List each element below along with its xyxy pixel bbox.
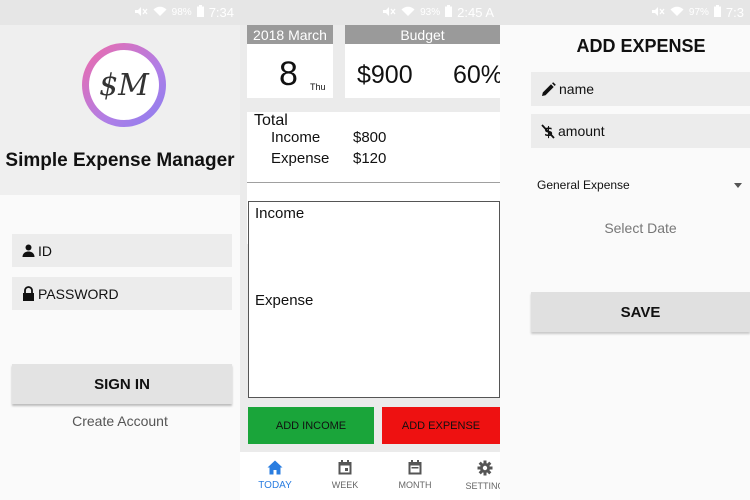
tab-today-label: TODAY [258, 480, 292, 491]
tab-setting-label: SETTING [465, 481, 505, 491]
status-bar: 97% 7:3 [500, 0, 750, 25]
income-total-label: Income [271, 129, 321, 146]
expense-list-title: Expense [255, 292, 314, 309]
calendar-icon [338, 460, 352, 475]
logo-text: $M [89, 50, 159, 120]
budget-amount: $900 [357, 61, 413, 89]
date-card: 2018 March 8 Thu [247, 25, 333, 98]
tab-today[interactable]: TODAY [240, 452, 310, 500]
mute-icon [134, 6, 148, 20]
id-field[interactable]: ID [12, 234, 232, 267]
wifi-icon [153, 6, 167, 20]
date-day: 8 [279, 55, 298, 93]
expense-total-label: Expense [271, 150, 330, 167]
gear-icon [477, 460, 493, 476]
password-field[interactable]: PASSWORD [12, 277, 232, 310]
save-button[interactable]: SAVE [531, 292, 750, 332]
wifi-icon [670, 6, 684, 20]
battery-icon [196, 5, 204, 20]
tab-month-label: MONTH [398, 480, 432, 490]
home-icon [267, 460, 283, 475]
income-total-value: $800 [353, 129, 387, 146]
amount-field-placeholder: amount [558, 123, 605, 139]
app-title: Simple Expense Manager [5, 150, 235, 171]
budget-percent: 60% [453, 61, 500, 89]
budget-card-header: Budget [345, 25, 500, 44]
name-field[interactable]: name [531, 72, 750, 106]
budget-card: Budget $900 60% [345, 25, 500, 98]
date-weekday: Thu [310, 82, 326, 92]
app-logo: $M [82, 43, 166, 127]
transaction-list[interactable]: Income Expense [248, 201, 500, 398]
category-selected: General Expense [537, 178, 630, 192]
calendar-icon [408, 460, 422, 475]
divider [247, 182, 500, 183]
create-account-link[interactable]: Create Account [0, 413, 240, 429]
status-bar: 98% 7:34 [0, 0, 240, 25]
status-time: 7:3 [725, 5, 744, 20]
category-dropdown[interactable]: General Expense [537, 176, 742, 194]
expense-total-value: $120 [353, 150, 387, 167]
today-screen: 93% 2:45 A 2018 March 8 Thu Budget $900 … [240, 0, 505, 500]
select-date-button[interactable]: Select Date [531, 220, 750, 236]
mute-icon [382, 6, 396, 20]
income-list-title: Income [255, 205, 305, 222]
password-field-label: PASSWORD [38, 285, 119, 302]
tab-week-label: WEEK [331, 480, 359, 490]
sign-in-button[interactable]: SIGN IN [12, 364, 232, 404]
amount-field[interactable]: $ amount [531, 114, 750, 148]
name-field-placeholder: name [559, 81, 595, 97]
logo-area: $M Simple Expense Manager [0, 25, 240, 195]
pencil-icon [541, 81, 556, 97]
wifi-icon [401, 6, 415, 20]
totals-title: Total [254, 112, 288, 129]
status-time: 7:34 [208, 5, 234, 20]
add-income-button[interactable]: ADD INCOME [248, 407, 374, 444]
status-time: 2:45 A [457, 5, 494, 20]
add-expense-button[interactable]: ADD EXPENSE [382, 407, 500, 444]
dollar-off-icon: $ [541, 123, 555, 139]
id-field-label: ID [38, 242, 52, 259]
tab-week[interactable]: WEEK [310, 452, 380, 500]
battery-icon [445, 5, 453, 20]
battery-icon [713, 5, 721, 20]
chevron-down-icon [734, 182, 742, 188]
mute-icon [651, 6, 665, 20]
battery-percent: 98% [171, 7, 192, 18]
bottom-tab-bar: TODAY WEEK MONTH SETTING [240, 452, 505, 500]
add-expense-screen: 97% 7:3 ADD EXPENSE name $ amount Genera… [500, 0, 750, 500]
battery-percent: 93% [420, 7, 441, 18]
lock-icon [22, 286, 35, 301]
status-bar: 93% 2:45 A [240, 0, 500, 25]
tab-month[interactable]: MONTH [380, 452, 450, 500]
page-title: ADD EXPENSE [576, 36, 706, 56]
battery-percent: 97% [688, 7, 709, 18]
person-icon [22, 244, 35, 257]
date-card-header: 2018 March [247, 25, 333, 44]
login-screen: 98% 7:34 $M Simple Expense Manager ID PA… [0, 0, 240, 500]
